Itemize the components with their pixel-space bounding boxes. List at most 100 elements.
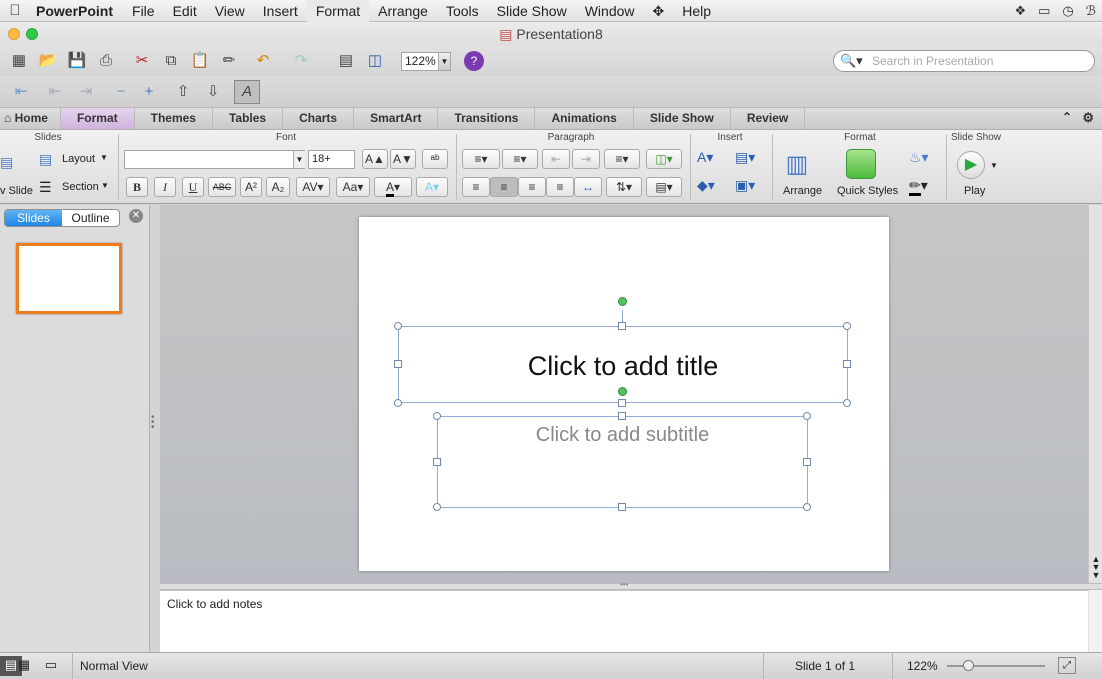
minimize-button[interactable] [8,28,20,40]
resize-handle[interactable] [394,399,402,407]
move-up-icon[interactable]: ⇧ [172,81,194,103]
menu-edit[interactable]: Edit [164,0,206,22]
bold-icon[interactable]: B [126,177,148,197]
collapse-icon[interactable]: − [110,81,132,103]
font-color-icon[interactable]: A▾ [374,177,412,197]
tab-outline[interactable]: Outline [62,210,119,226]
tab-themes[interactable]: Themes [135,108,213,129]
layout-dropdown-icon[interactable]: ▼ [100,153,108,162]
notes-scrollbar[interactable] [1088,590,1102,652]
clear-formatting-icon[interactable]: ᵃᵇ [422,149,448,169]
save-icon[interactable]: 💾 [66,50,88,72]
tab-slide-show[interactable]: Slide Show [634,108,731,129]
expand-icon[interactable]: + [138,81,160,103]
arrange-icon[interactable]: ▥ [782,150,812,180]
font-name-field[interactable] [124,150,305,169]
apple-icon[interactable]:  [0,2,30,19]
menu-arrange[interactable]: Arrange [369,0,437,22]
picture-icon[interactable]: ▤▾ [735,149,755,166]
align-text-icon[interactable]: ▤▾ [646,177,682,197]
tab-home[interactable]: ⌂ Home [0,108,61,129]
shrink-font-icon[interactable]: A▼ [390,149,416,169]
strikethrough-icon[interactable]: ABC [208,177,236,197]
notes-placeholder[interactable]: Click to add notes [167,597,262,611]
subtitle-placeholder[interactable]: Click to add subtitle [437,416,808,508]
outdent-icon[interactable]: ⇤ [10,81,32,103]
resize-handle[interactable] [433,458,441,466]
menu-insert[interactable]: Insert [254,0,307,22]
bullets-icon[interactable]: ≡▾ [462,149,500,169]
play-icon[interactable]: ▶ [957,151,985,179]
shape-icon[interactable]: ◆▾ [697,177,715,194]
resize-handle[interactable] [618,322,626,330]
notes-pane[interactable]: Click to add notes [160,590,1088,652]
text-box-icon[interactable]: A▾ [697,149,713,166]
menu-slide-show[interactable]: Slide Show [488,0,576,22]
ribbon-settings-icon[interactable]: ⚙ [1082,110,1094,126]
search-field[interactable]: 🔍▾ Search in Presentation [833,50,1095,72]
zoom-select[interactable]: 122% ▼ [401,52,451,71]
justify-icon[interactable]: ≡ [546,177,574,197]
numbering-icon[interactable]: ≡▾ [502,149,538,169]
new-slide-icon[interactable]: ▤ [0,154,13,171]
quick-styles-icon[interactable] [846,149,876,179]
demote-icon[interactable]: ⇥ [75,81,97,103]
layout-button[interactable]: Layout [62,153,95,165]
menu-view[interactable]: View [206,0,254,22]
slide-thumbnail[interactable] [16,243,122,314]
subtitle-text[interactable]: Click to add subtitle [438,424,807,447]
menu-file[interactable]: File [123,0,164,22]
italic-icon[interactable]: I [154,177,176,197]
underline-icon[interactable]: U [182,177,204,197]
cut-icon[interactable]: ✂ [131,50,153,72]
print-icon[interactable]: ⎙ [95,50,117,72]
scroll-arrows-icon[interactable]: ▲ ▼ ▼ [1090,555,1102,580]
time-machine-icon[interactable]: ◷ [1062,3,1073,19]
new-slide-icon[interactable]: ▤ [335,50,357,72]
tab-animations[interactable]: Animations [535,108,634,129]
resize-handle[interactable] [843,360,851,368]
shape-line-icon[interactable]: ✏▾ [909,177,928,196]
redo-icon[interactable]: ↷ [290,50,312,72]
align-left-icon[interactable]: ≡ [462,177,490,197]
text-direction-icon[interactable]: ⇅▾ [606,177,642,197]
paste-icon[interactable]: 📋 [189,50,211,72]
open-icon[interactable]: 📂 [37,50,59,72]
resize-handle[interactable] [803,458,811,466]
rotate-handle[interactable] [618,297,627,306]
line-spacing-icon[interactable]: ≡▾ [604,149,640,169]
copy-icon[interactable]: ⧉ [160,50,182,72]
menu-tools[interactable]: Tools [437,0,488,22]
slide[interactable]: Click to add title Click to add subtitle [359,217,889,571]
title-text[interactable]: Click to add title [399,351,847,382]
close-panel-icon[interactable]: ✕ [129,209,143,223]
tab-charts[interactable]: Charts [283,108,355,129]
fit-to-window-icon[interactable]: ⤢ [1058,657,1076,674]
resize-handle[interactable] [803,412,811,420]
dropbox-icon[interactable]: ❖ [1014,3,1026,19]
subscript-icon[interactable]: A₂ [266,177,290,197]
new-slide-label[interactable]: v Slide [0,185,33,197]
superscript-icon[interactable]: A² [240,177,262,197]
zoom-dropdown-icon[interactable]: ▼ [438,53,450,70]
format-painter-icon[interactable]: ✏ [218,50,240,72]
tab-tables[interactable]: Tables [213,108,284,129]
grow-font-icon[interactable]: A▲ [362,149,388,169]
zoom-slider[interactable] [947,665,1045,667]
resize-handle[interactable] [618,503,626,511]
notes-splitter[interactable]: ••• [160,580,1102,590]
tab-format[interactable]: Format [60,108,135,129]
change-case-icon[interactable]: Aa▾ [336,177,370,197]
resize-handle[interactable] [394,360,402,368]
shape-fill-icon[interactable]: ♨▾ [909,149,929,166]
zoom-button[interactable] [26,28,38,40]
help-icon[interactable]: ? [464,51,484,71]
columns-icon[interactable]: ◫▾ [646,149,682,169]
panel-resize-handle[interactable]: • • • [151,413,155,433]
menu-help[interactable]: Help [673,0,720,22]
resize-handle[interactable] [433,503,441,511]
slide-sorter-icon[interactable]: ◫ [364,50,386,72]
menu-format[interactable]: Format [306,0,370,22]
play-button[interactable]: Play [964,185,985,197]
media-icon[interactable]: ▣▾ [735,177,755,194]
